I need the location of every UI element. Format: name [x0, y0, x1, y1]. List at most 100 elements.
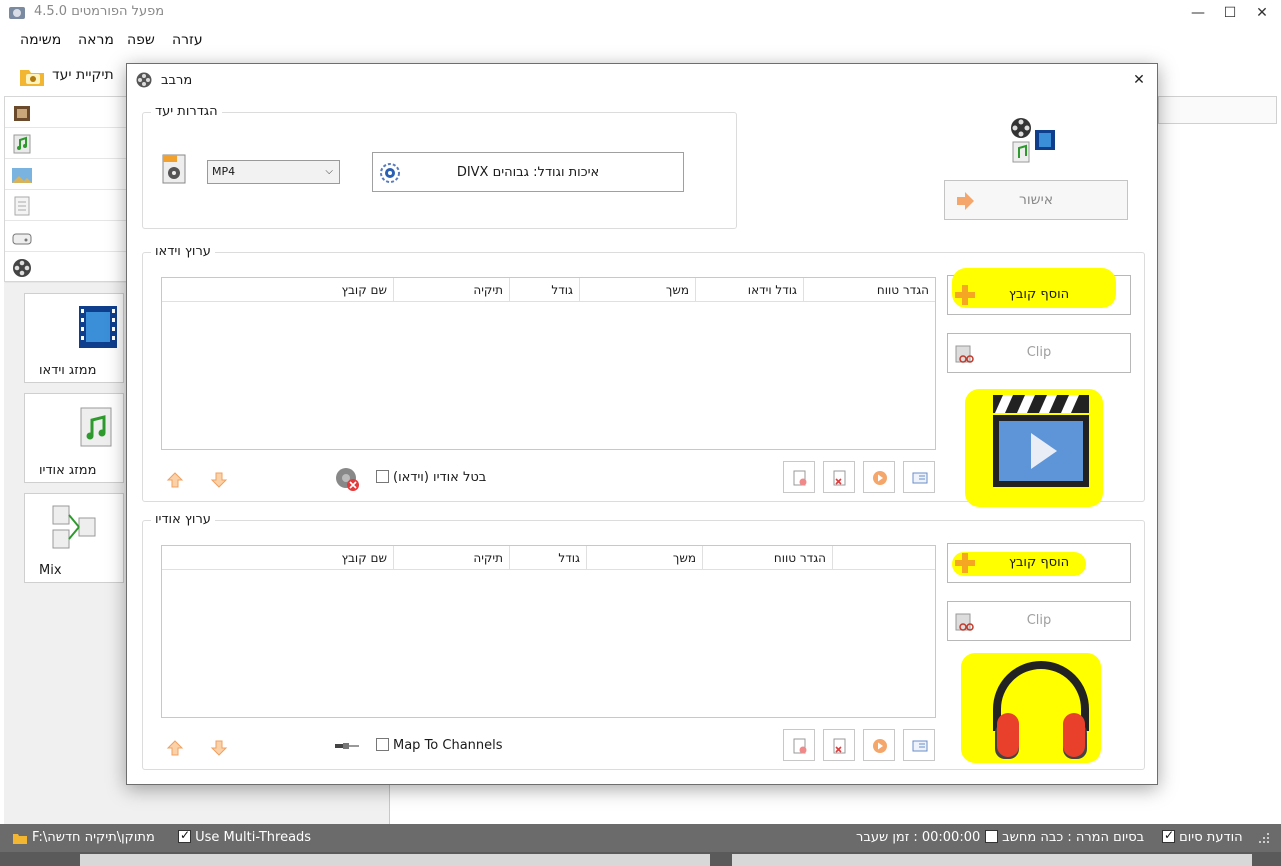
- audio-jack-icon: [335, 743, 359, 749]
- music-note-icon: [13, 134, 31, 154]
- background-window: [80, 854, 710, 866]
- move-up-icon[interactable]: [166, 739, 184, 757]
- notify-option[interactable]: הודעת סיום: [1162, 828, 1243, 845]
- audio-file-table[interactable]: שם קובץ תיקיה גודל משך הגדר טווח: [161, 545, 936, 718]
- clear-list-button[interactable]: [823, 461, 855, 493]
- move-down-icon[interactable]: [210, 471, 228, 489]
- maximize-button[interactable]: ☐: [1215, 2, 1245, 24]
- minimize-button[interactable]: —: [1183, 2, 1213, 24]
- menu-task[interactable]: משימה: [20, 32, 61, 48]
- category-utilities[interactable]: [5, 252, 129, 283]
- ok-button[interactable]: אישור: [944, 180, 1128, 220]
- category-document[interactable]: [5, 190, 129, 221]
- tile-video-joiner-label: ממזג וידאו: [39, 363, 97, 378]
- column-duration[interactable]: משך: [580, 278, 696, 302]
- notify-label: הודעת סיום: [1179, 830, 1243, 845]
- picture-icon: [12, 168, 32, 183]
- format-select[interactable]: MP4 ⌵: [207, 160, 340, 184]
- format-select-value: MP4: [212, 165, 236, 178]
- column-folder[interactable]: תיקיה: [394, 278, 510, 302]
- file-info-button[interactable]: [903, 461, 935, 493]
- mute-audio-icon: [336, 468, 359, 491]
- folder-small-icon: [13, 834, 27, 844]
- after-convert-option[interactable]: בסיום המרה : כבה מחשב: [985, 830, 1144, 845]
- map-channels-checkbox[interactable]: [376, 738, 389, 751]
- play-icon: [873, 471, 887, 485]
- resize-grip-icon[interactable]: [1258, 832, 1270, 844]
- menu-bar: משימה מראה שפה עזרה: [0, 28, 1281, 52]
- column-size[interactable]: גודל: [510, 546, 587, 570]
- move-down-icon[interactable]: [210, 739, 228, 757]
- clear-list-icon: [833, 470, 846, 486]
- audio-clip-label: Clip: [1026, 613, 1052, 628]
- play-icon: [873, 739, 887, 753]
- category-video[interactable]: [5, 97, 129, 128]
- column-set-range[interactable]: הגדר טווח: [703, 546, 833, 570]
- video-file-table[interactable]: שם קובץ תיקיה גודל משך גודל וידאו הגדר ט…: [161, 277, 936, 450]
- dialog-title: מרבב: [161, 73, 193, 88]
- menu-language[interactable]: שפה: [127, 32, 155, 48]
- film-icon: [14, 106, 30, 121]
- disc-drive-icon: [12, 233, 32, 245]
- video-add-file-button[interactable]: הוסף קובץ: [947, 268, 1131, 315]
- output-folder-path[interactable]: F:\מתוקן\תיקיה חדשה: [32, 830, 155, 845]
- category-rom-device[interactable]: [5, 221, 129, 252]
- shutdown-checkbox[interactable]: [985, 830, 998, 843]
- tile-mix[interactable]: Mix: [24, 493, 124, 583]
- notify-checkbox[interactable]: [1162, 828, 1175, 843]
- window-close-button[interactable]: ✕: [1247, 2, 1277, 24]
- play-button[interactable]: [863, 729, 895, 761]
- video-clip-label: Clip: [1026, 345, 1052, 360]
- title-bar: מפעל הפורמטים 4.5.0 — ☐ ✕: [0, 0, 1281, 26]
- dialog-title-bar: מרבב ✕: [127, 64, 1157, 96]
- film-reel-icon: [136, 72, 152, 88]
- column-folder[interactable]: תיקיה: [394, 546, 510, 570]
- video-clip-button[interactable]: Clip: [947, 333, 1131, 373]
- cancel-audio-option[interactable]: בטל אודיו (וידאו): [373, 470, 486, 485]
- menu-help[interactable]: עזרה: [172, 32, 203, 48]
- background-strip: [0, 852, 1281, 866]
- headphones-icon: [993, 661, 1089, 759]
- mp4-file-icon: [162, 154, 186, 184]
- elapsed-time: 00:00:00 : זמן שעבר: [856, 830, 981, 845]
- task-list-header: [1158, 96, 1277, 124]
- remove-file-button[interactable]: [783, 461, 815, 493]
- column-size[interactable]: גודל: [510, 278, 580, 302]
- remove-file-button[interactable]: [783, 729, 815, 761]
- column-set-range[interactable]: הגדר טווח: [804, 278, 935, 302]
- audio-add-file-button[interactable]: הוסף קובץ: [947, 543, 1131, 583]
- multi-threads-option[interactable]: Use Multi-Threads: [178, 828, 312, 845]
- column-file-name[interactable]: שם קובץ: [162, 546, 394, 570]
- column-duration[interactable]: משך: [587, 546, 703, 570]
- dialog-close-button[interactable]: ✕: [1127, 69, 1151, 91]
- tile-video-joiner[interactable]: ממזג וידאו: [24, 293, 124, 383]
- move-up-icon[interactable]: [166, 471, 184, 489]
- category-audio[interactable]: [5, 128, 129, 159]
- document-icon: [14, 196, 30, 216]
- menu-view[interactable]: מראה: [78, 32, 114, 48]
- column-video-size[interactable]: גודל וידאו: [696, 278, 804, 302]
- audio-clip-button[interactable]: Clip: [947, 601, 1131, 641]
- audio-add-file-label: הוסף קובץ: [1008, 555, 1070, 570]
- play-button[interactable]: [863, 461, 895, 493]
- column-file-name[interactable]: שם קובץ: [162, 278, 394, 302]
- column-extra[interactable]: [833, 546, 935, 570]
- audio-channel-legend: ערוץ אודיו: [151, 512, 215, 527]
- audio-file-icon: [80, 407, 112, 447]
- quality-settings-button[interactable]: איכות וגודל: גבוהים DIVX: [372, 152, 684, 192]
- map-channels-option[interactable]: Map To Channels: [373, 738, 503, 753]
- video-table-header: שם קובץ תיקיה גודל משך גודל וידאו הגדר ט…: [162, 278, 935, 302]
- cancel-audio-checkbox[interactable]: [376, 470, 389, 483]
- multi-threads-checkbox[interactable]: [178, 828, 191, 843]
- video-film-icon: [79, 306, 117, 348]
- category-image[interactable]: [5, 159, 129, 190]
- cancel-audio-label: בטל אודיו (וידאו): [393, 470, 487, 485]
- clear-list-icon: [833, 738, 846, 754]
- destination-folder-button[interactable]: תיקיית יעד: [14, 61, 122, 91]
- file-info-button[interactable]: [903, 729, 935, 761]
- video-clapperboard-icon: [993, 395, 1089, 487]
- after-convert-label: בסיום המרה : כבה מחשב: [1002, 830, 1145, 845]
- tile-audio-joiner[interactable]: ממזג אודיו: [24, 393, 124, 483]
- multi-threads-label: Use Multi-Threads: [195, 830, 312, 845]
- clear-list-button[interactable]: [823, 729, 855, 761]
